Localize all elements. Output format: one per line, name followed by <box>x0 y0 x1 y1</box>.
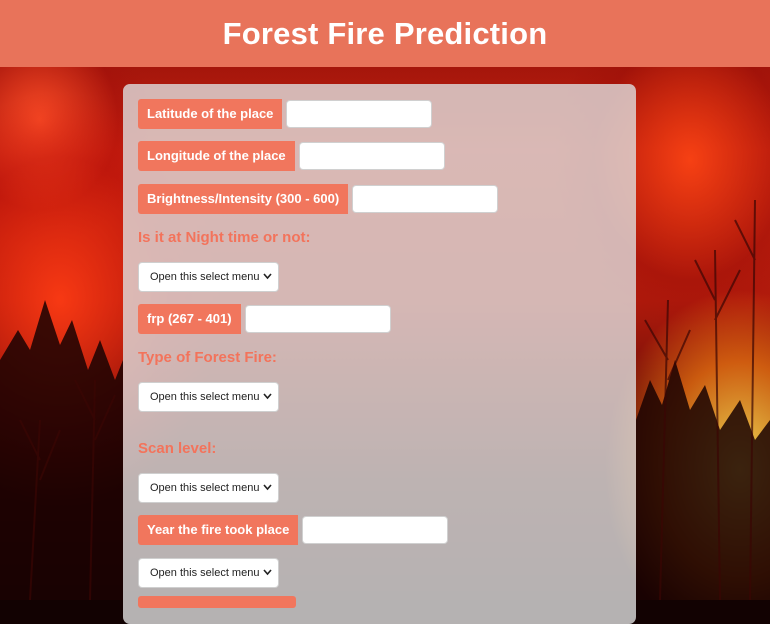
latitude-label: Latitude of the place <box>138 99 283 129</box>
page-header: Forest Fire Prediction <box>0 0 770 67</box>
scan-select-value: Open this select menu <box>150 482 260 494</box>
page-title: Forest Fire Prediction <box>222 15 548 51</box>
year-select[interactable]: Open this select menu <box>138 558 279 588</box>
frp-input[interactable] <box>244 305 391 333</box>
fire-type-select-value: Open this select menu <box>150 391 260 403</box>
night-select[interactable]: Open this select menu <box>138 262 279 292</box>
brightness-row: Brightness/Intensity (300 - 600) <box>138 184 499 214</box>
brightness-label: Brightness/Intensity (300 - 600) <box>138 184 349 214</box>
longitude-row: Longitude of the place <box>138 141 445 171</box>
latitude-row: Latitude of the place <box>138 99 433 129</box>
brightness-input[interactable] <box>352 185 499 213</box>
frp-label: frp (267 - 401) <box>138 304 241 334</box>
year-row: Year the fire took place <box>138 515 449 545</box>
year-input[interactable] <box>302 516 449 544</box>
night-question: Is it at Night time or not: <box>138 229 311 246</box>
longitude-input[interactable] <box>298 142 445 170</box>
year-label: Year the fire took place <box>138 515 299 545</box>
chevron-down-icon <box>263 569 272 576</box>
scan-question: Scan level: <box>138 440 217 457</box>
chevron-down-icon <box>263 393 272 400</box>
scan-select[interactable]: Open this select menu <box>138 473 279 503</box>
longitude-label: Longitude of the place <box>138 141 295 171</box>
chevron-down-icon <box>263 273 272 280</box>
fire-type-select[interactable]: Open this select menu <box>138 382 279 412</box>
next-field-label-partial <box>138 596 296 608</box>
year-select-value: Open this select menu <box>150 567 260 579</box>
chevron-down-icon <box>263 484 272 491</box>
frp-row: frp (267 - 401) <box>138 304 391 334</box>
latitude-input[interactable] <box>286 100 433 128</box>
fire-type-question: Type of Forest Fire: <box>138 349 277 366</box>
night-select-value: Open this select menu <box>150 271 260 283</box>
